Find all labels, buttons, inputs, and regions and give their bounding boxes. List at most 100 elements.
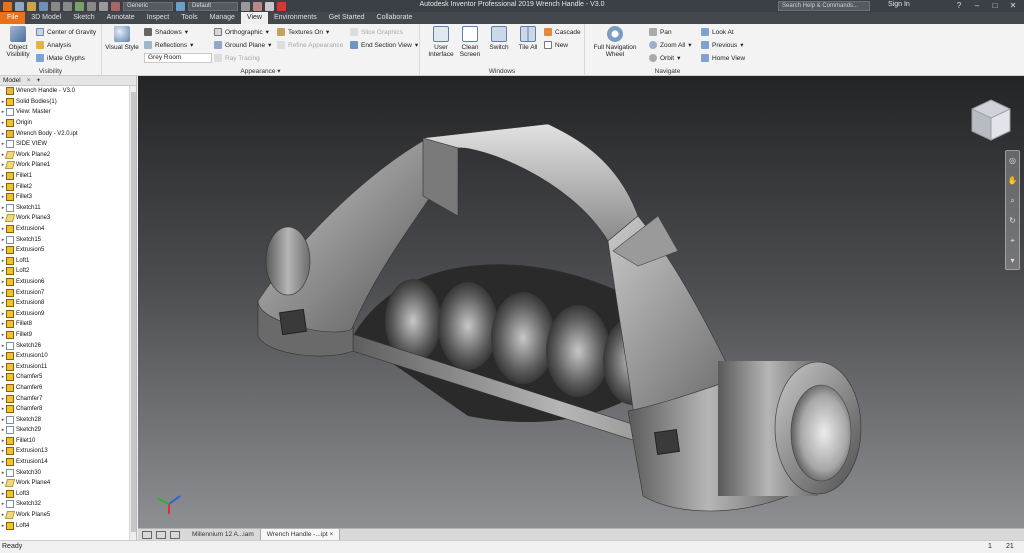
zoom-tool-icon[interactable]: ⌕ — [1006, 191, 1019, 211]
analysis-button[interactable]: Analysis — [36, 40, 71, 50]
tree-node[interactable]: ▸ Sketch30 — [0, 467, 136, 478]
full-navigation-wheel-button[interactable]: Full Navigation Wheel — [587, 26, 643, 58]
tree-node[interactable]: ▸ Fillet2 — [0, 181, 136, 192]
steering-wheel-icon[interactable]: ◎ — [1006, 151, 1019, 171]
orthographic-button[interactable]: Orthographic ▾ — [214, 27, 269, 37]
tree-node[interactable]: ▸ Extrusion10 — [0, 351, 136, 362]
pan-tool-icon[interactable]: ✋ — [1006, 171, 1019, 191]
slice-graphics-button[interactable]: Slice Graphics — [350, 27, 403, 37]
tree-node[interactable]: ▸ Loft1 — [0, 256, 136, 267]
tree-node[interactable]: ▸ Fillet8 — [0, 319, 136, 330]
tree-node[interactable]: Wrench Handle - V3.0 — [0, 86, 136, 97]
tree-node[interactable]: ▸ Work Plane1 — [0, 160, 136, 171]
tree-node[interactable]: ▸ Extrusion4 — [0, 224, 136, 235]
tab-view[interactable]: View — [240, 12, 268, 24]
lighting-style-select[interactable]: Grey Room — [144, 53, 212, 63]
tab-manage[interactable]: Manage — [204, 12, 241, 24]
close-icon[interactable]: ✕ — [1004, 0, 1022, 12]
tree-node[interactable]: ▸ Work Plane5 — [0, 510, 136, 521]
tab-tools[interactable]: Tools — [175, 12, 203, 24]
browser-scrollbar[interactable] — [129, 86, 136, 540]
tree-node[interactable]: ▸ Chamfer8 — [0, 404, 136, 415]
end-section-view-button[interactable]: End Section View ▾ — [350, 40, 418, 50]
tree-node[interactable]: ▸ Extrusion11 — [0, 361, 136, 372]
tree-node[interactable]: ▸ Work Plane4 — [0, 478, 136, 489]
tree-node[interactable]: ▸ Extrusion13 — [0, 446, 136, 457]
zoom-all-button[interactable]: Zoom All ▾ — [649, 40, 692, 50]
tree-node[interactable]: ▸ Extrusion8 — [0, 298, 136, 309]
tree-node[interactable]: ▸ Wrench Body - V2.0.ipt — [0, 128, 136, 139]
switch-button[interactable]: Switch — [486, 26, 512, 51]
doc-tab-wrench-handle[interactable]: Wrench Handle -...ipt × — [260, 529, 341, 540]
tree-node[interactable]: ▸ Sketch29 — [0, 425, 136, 436]
user-interface-button[interactable]: User Interface — [426, 26, 456, 58]
browser-close-icon[interactable]: × — [24, 77, 34, 84]
tab-annotate[interactable]: Annotate — [101, 12, 141, 24]
tree-node[interactable]: ▸ SIDE VIEW — [0, 139, 136, 150]
tree-node[interactable]: ▸ Sketch26 — [0, 340, 136, 351]
pan-button[interactable]: Pan — [649, 27, 672, 37]
tree-node[interactable]: ▸ Solid Bodies(1) — [0, 97, 136, 108]
minimize-icon[interactable]: – — [968, 0, 986, 12]
doc-tab-millennium[interactable]: Millennium 12 A...iam — [186, 529, 261, 540]
look-at-button[interactable]: Look At — [701, 27, 734, 37]
orbit-button[interactable]: Orbit ▾ — [649, 53, 680, 63]
tree-node[interactable]: ▸ View: Master — [0, 107, 136, 118]
tree-node[interactable]: ▸ Loft3 — [0, 489, 136, 500]
tree-node[interactable]: ▸ Extrusion9 — [0, 308, 136, 319]
cascade-windows-icon[interactable] — [156, 530, 166, 539]
tree-node[interactable]: ▸ Extrusion6 — [0, 277, 136, 288]
tree-node[interactable]: ▸ Fillet3 — [0, 192, 136, 203]
clean-screen-button[interactable]: Clean Screen — [456, 26, 484, 58]
scrollbar-thumb[interactable] — [131, 92, 136, 532]
navbar-menu-icon[interactable]: ▾ — [1006, 251, 1019, 271]
home-view-button[interactable]: Home View — [701, 53, 745, 63]
tab-collaborate[interactable]: Collaborate — [371, 12, 419, 24]
tree-node[interactable]: ▸ Fillet1 — [0, 171, 136, 182]
ground-plane-button[interactable]: Ground Plane ▾ — [214, 40, 271, 50]
tree-node[interactable]: ▸ Extrusion14 — [0, 457, 136, 468]
center-of-gravity-button[interactable]: Center of Gravity — [36, 27, 96, 37]
orbit-tool-icon[interactable]: ↻ — [1006, 211, 1019, 231]
ray-tracing-button[interactable]: Ray Tracing — [214, 53, 260, 63]
search-input[interactable]: Search Help & Commands... — [778, 1, 870, 11]
close-doc-icon[interactable]: × — [330, 531, 334, 538]
tree-node[interactable]: ▸ Loft4 — [0, 520, 136, 531]
textures-on-button[interactable]: Textures On ▾ — [277, 27, 329, 37]
reflections-button[interactable]: Reflections ▾ — [144, 40, 193, 50]
help-icon[interactable]: ? — [950, 0, 968, 12]
tree-node[interactable]: ▸ Chamfer6 — [0, 383, 136, 394]
tree-node[interactable]: ▸ Chamfer5 — [0, 372, 136, 383]
tab-file[interactable]: File — [0, 12, 26, 24]
browser-tab-model[interactable]: Model — [0, 77, 24, 84]
refine-appearance-button[interactable]: Refine Appearance — [277, 40, 343, 50]
tree-node[interactable]: ▸ Extrusion7 — [0, 287, 136, 298]
maximize-icon[interactable]: □ — [986, 0, 1004, 12]
tree-node[interactable]: ▸ Fillet9 — [0, 330, 136, 341]
tab-3d-model[interactable]: 3D Model — [25, 12, 67, 24]
visual-style-button[interactable]: Visual Style — [104, 26, 140, 51]
tree-node[interactable]: ▸ Sketch28 — [0, 414, 136, 425]
imate-glyphs-button[interactable]: iMate Glyphs — [36, 53, 85, 63]
tile-windows-icon[interactable] — [142, 530, 152, 539]
tab-sketch[interactable]: Sketch — [67, 12, 100, 24]
sign-in-link[interactable]: Sign In — [888, 1, 910, 8]
look-at-tool-icon[interactable]: ⌖ — [1006, 231, 1019, 251]
viewcube[interactable] — [970, 98, 1012, 144]
new-window-button[interactable]: New — [544, 40, 568, 50]
tree-node[interactable]: ▸ Chamfer7 — [0, 393, 136, 404]
tree-node[interactable]: ▸ Loft2 — [0, 266, 136, 277]
add-browser-tab-button[interactable]: + — [34, 77, 44, 84]
document-list-icon[interactable] — [170, 530, 180, 539]
previous-button[interactable]: Previous ▾ — [701, 40, 744, 50]
tile-all-button[interactable]: Tile All — [514, 26, 542, 51]
tab-inspect[interactable]: Inspect — [141, 12, 176, 24]
tree-node[interactable]: ▸ Work Plane2 — [0, 150, 136, 161]
tree-node[interactable]: ▸ Fillet10 — [0, 436, 136, 447]
tree-node[interactable]: ▸ Origin — [0, 118, 136, 129]
tree-node[interactable]: ▸ Sketch32 — [0, 499, 136, 510]
tab-get-started[interactable]: Get Started — [323, 12, 371, 24]
tree-node[interactable]: ▸ Sketch11 — [0, 203, 136, 214]
wrench-handle-model[interactable] — [138, 76, 1024, 528]
shadows-button[interactable]: Shadows ▾ — [144, 27, 188, 37]
